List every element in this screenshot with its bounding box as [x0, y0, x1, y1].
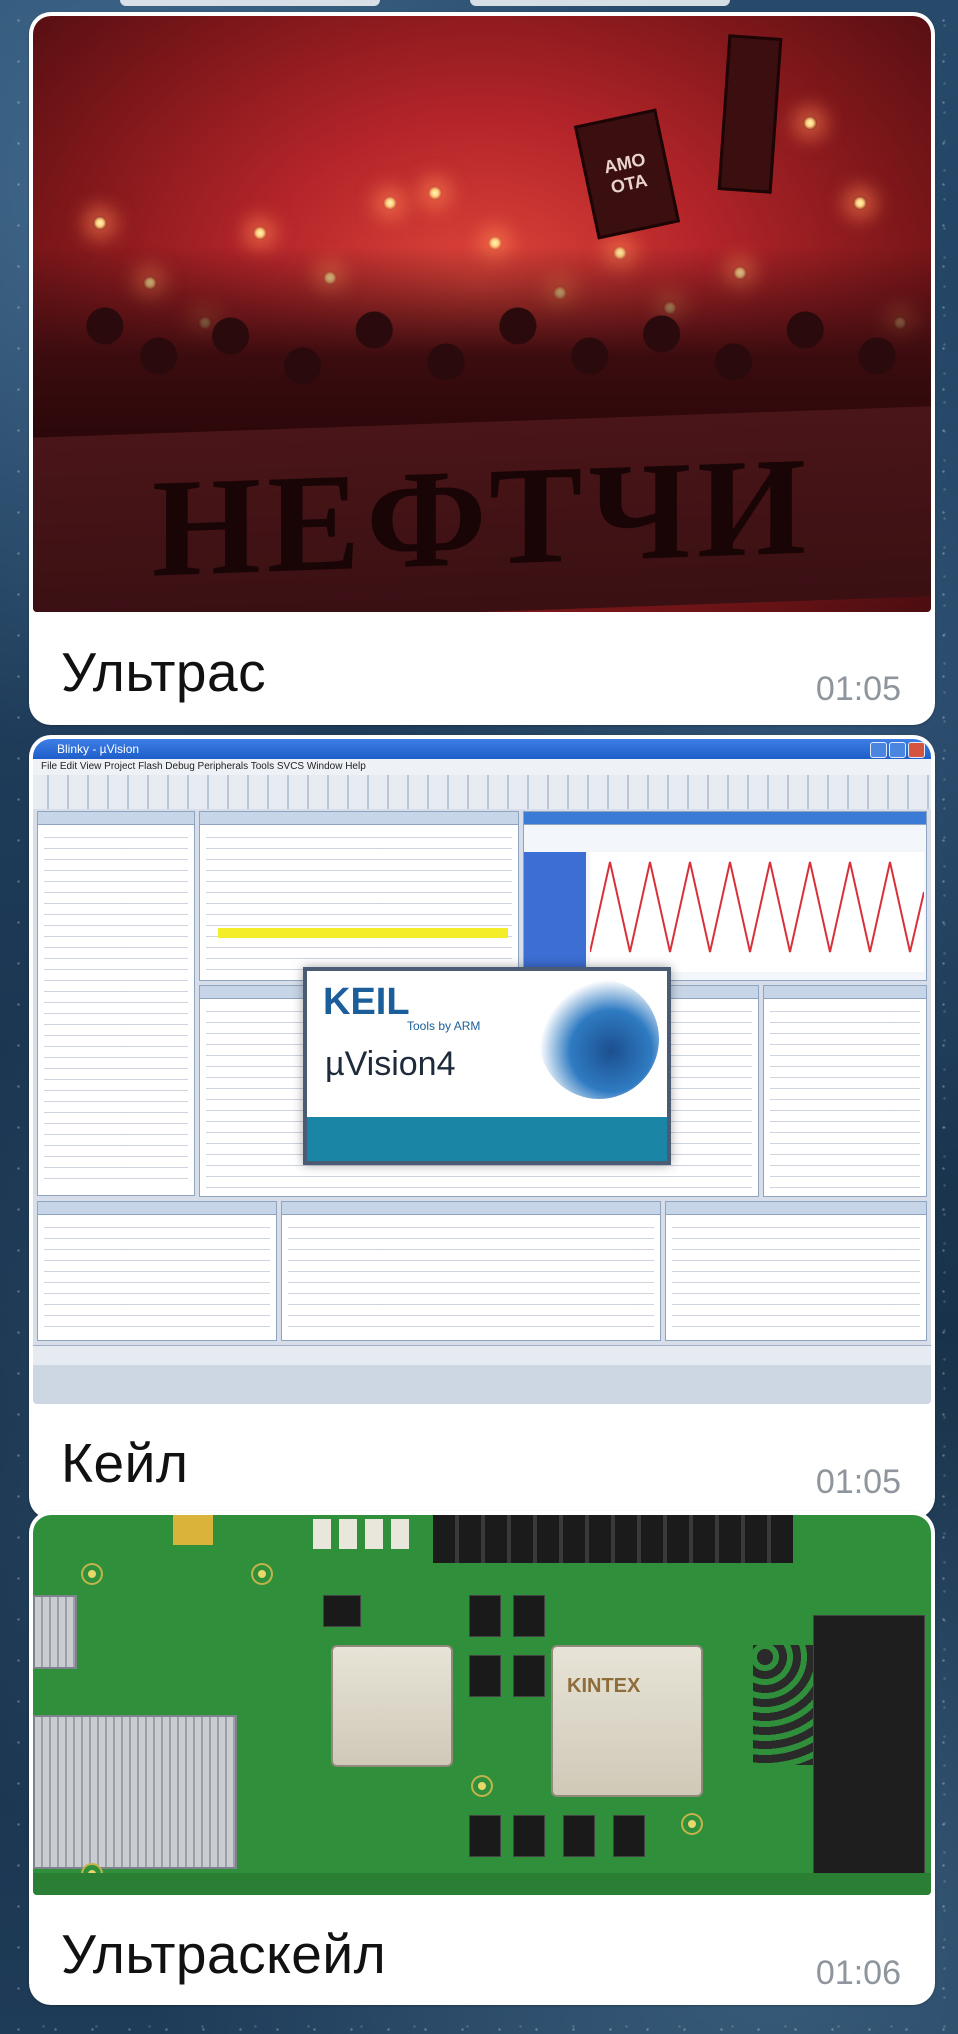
window-title: Blinky - µVision: [33, 739, 931, 759]
message-caption: Ультраскейл: [61, 1923, 387, 1985]
fpga-chip-secondary: [331, 1645, 453, 1767]
command-pane: [37, 1201, 277, 1341]
message-bubble[interactable]: KINTEX Ультраскейл 01:06: [29, 1511, 935, 2005]
message-caption: Ультрас: [61, 641, 267, 703]
message-time: 01:05: [815, 670, 901, 708]
memory-pane: [665, 1201, 927, 1341]
stadium-banner: НЕФТЧИ: [33, 406, 931, 612]
project-pane: [37, 811, 195, 1196]
message-photo[interactable]: AMO OTA НЕФТЧИ: [33, 16, 931, 612]
fan-banner-small: AMO OTA: [573, 108, 681, 240]
functions-pane: [763, 985, 927, 1197]
message-time: 01:05: [815, 1463, 901, 1501]
logic-analyzer-pane: [523, 811, 927, 981]
window-toolbar: [33, 775, 931, 809]
uvision-splash: KEIL Tools by ARM µVision4: [303, 967, 671, 1165]
message-bubble[interactable]: AMO OTA НЕФТЧИ Ультрас 01:05: [29, 12, 935, 725]
message-bubble[interactable]: Blinky - µVision File Edit View Project …: [29, 735, 935, 1519]
fan-flag-pole: [717, 34, 783, 194]
message-caption: Кейл: [61, 1432, 189, 1494]
message-time: 01:06: [815, 1954, 901, 1992]
previous-message-edge: [120, 0, 840, 6]
message-photo[interactable]: KINTEX: [33, 1515, 931, 1895]
disassembly-pane: [199, 811, 519, 981]
message-photo[interactable]: Blinky - µVision File Edit View Project …: [33, 739, 931, 1404]
call-stack-pane: [281, 1201, 661, 1341]
window-menubar: File Edit View Project Flash Debug Perip…: [33, 759, 931, 775]
fpga-chip-kintex: KINTEX: [551, 1645, 703, 1797]
